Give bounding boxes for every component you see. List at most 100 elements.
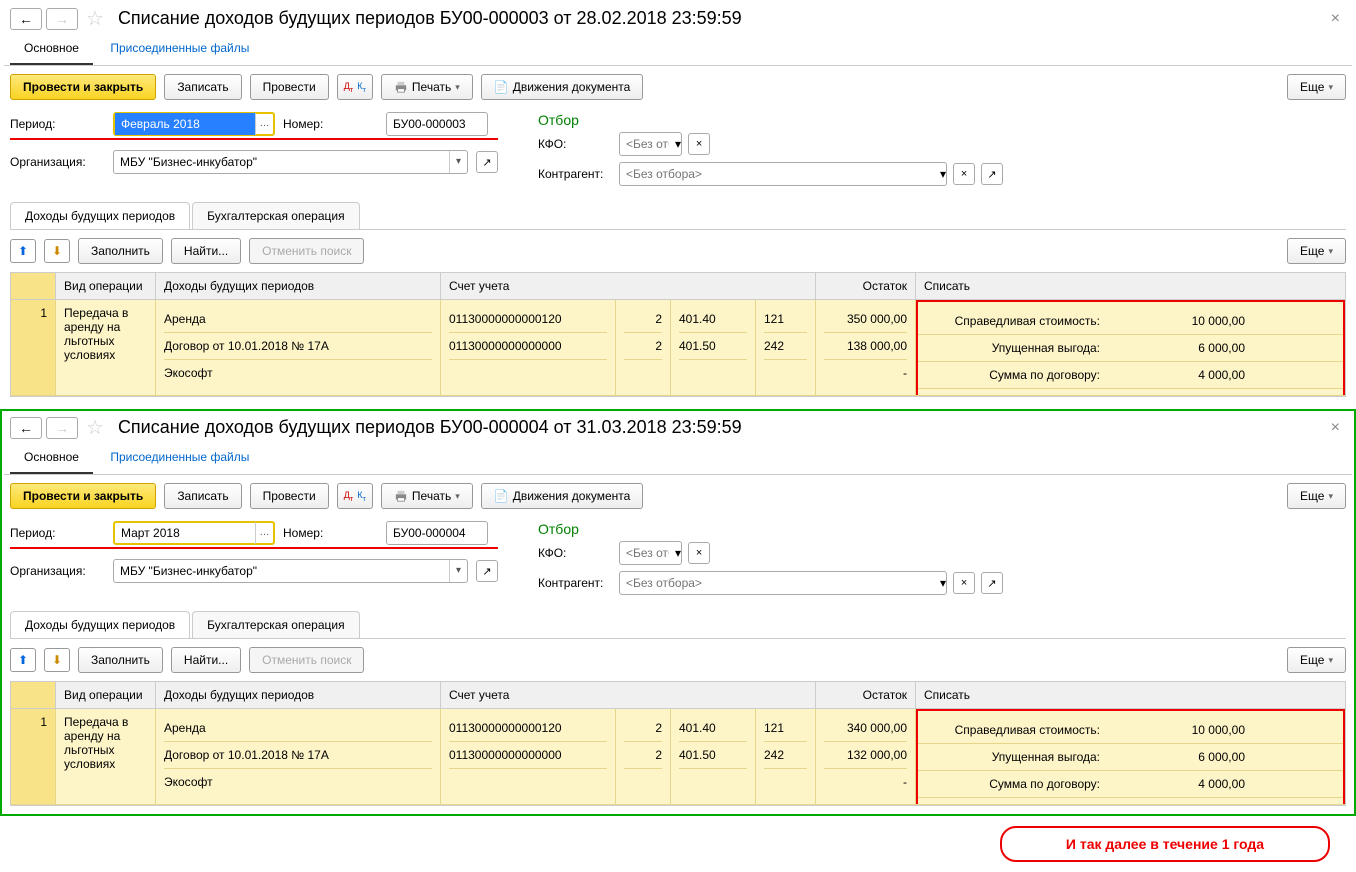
tab-accounting-op[interactable]: Бухгалтерская операция (192, 611, 359, 638)
kfo-input-wrap[interactable]: ▾ (619, 541, 682, 565)
nav-forward-button[interactable]: → (46, 417, 78, 439)
nav-tab-main[interactable]: Основное (10, 442, 93, 474)
movements-button[interactable]: 📄 Движения документа (481, 74, 644, 100)
counterparty-open-button[interactable]: ↗ (981, 163, 1003, 185)
write-label: Справедливая стоимость: (918, 717, 1108, 743)
cell-n2: 22 (616, 709, 671, 804)
cell-n2: 22 (616, 300, 671, 395)
cell-rest: 340 000,00132 000,00- (816, 709, 916, 804)
counterparty-label: Контрагент: (538, 167, 613, 181)
org-input[interactable] (114, 151, 449, 173)
period-input[interactable] (115, 113, 255, 135)
period-input-wrap[interactable]: … (113, 112, 275, 136)
write-value: 6 000,00 (1108, 335, 1253, 361)
period-picker-icon[interactable]: … (255, 113, 273, 135)
fill-button[interactable]: Заполнить (78, 647, 163, 673)
favorite-icon[interactable]: ☆ (86, 415, 104, 440)
move-down-button[interactable]: ⬇ (44, 239, 70, 263)
nav-tab-files[interactable]: Присоединенные файлы (96, 33, 263, 63)
kfo-input[interactable] (620, 542, 675, 564)
print-button[interactable]: Печать (381, 483, 473, 509)
table-row[interactable]: 1 Передача варенду нальготныхусловиях Ар… (11, 300, 1345, 396)
cell-income: АрендаДоговор от 10.01.2018 № 17АЭкософт (156, 300, 441, 395)
cell-n3: 401.40401.50 (671, 709, 756, 804)
org-open-button[interactable]: ↗ (476, 151, 498, 173)
number-input[interactable] (387, 113, 487, 135)
post-button[interactable]: Провести (250, 483, 329, 509)
row-number: 1 (11, 709, 56, 804)
move-up-button[interactable]: ⬆ (10, 239, 36, 263)
nav-forward-button[interactable]: → (46, 8, 78, 30)
th-account: Счет учета (441, 682, 816, 708)
print-icon (394, 490, 408, 502)
kfo-dropdown-icon[interactable]: ▾ (675, 546, 681, 560)
cancel-find-button: Отменить поиск (249, 647, 364, 673)
movements-button[interactable]: 📄 Движения документа (481, 483, 644, 509)
save-button[interactable]: Записать (164, 74, 241, 100)
filter-title: Отбор (538, 112, 1003, 128)
close-icon[interactable]: × (1325, 419, 1346, 437)
save-button[interactable]: Записать (164, 483, 241, 509)
post-and-close-button[interactable]: Провести и закрыть (10, 483, 156, 509)
kfo-dropdown-icon[interactable]: ▾ (675, 137, 681, 151)
move-down-button[interactable]: ⬇ (44, 648, 70, 672)
document-icon: 📄 (494, 80, 509, 94)
nav-back-button[interactable]: ← (10, 8, 42, 30)
th-income: Доходы будущих периодов (156, 273, 441, 299)
table-more-button[interactable]: Еще (1287, 238, 1346, 264)
kfo-input-wrap[interactable]: ▾ (619, 132, 682, 156)
tab-accounting-op[interactable]: Бухгалтерская операция (192, 202, 359, 229)
counterparty-open-button[interactable]: ↗ (981, 572, 1003, 594)
write-value: 4 000,00 (1108, 771, 1253, 797)
kfo-label: КФО: (538, 546, 613, 560)
move-up-button[interactable]: ⬆ (10, 648, 36, 672)
number-input[interactable] (387, 522, 487, 544)
find-button[interactable]: Найти... (171, 647, 241, 673)
org-dropdown-icon[interactable]: ▾ (449, 560, 467, 582)
write-off-box: Справедливая стоимость: 10 000,00 Упущен… (916, 709, 1345, 804)
tab-future-income[interactable]: Доходы будущих периодов (10, 611, 190, 638)
dtcr-icon-button[interactable]: ДтКт (337, 483, 373, 509)
table-more-button[interactable]: Еще (1287, 647, 1346, 673)
print-button[interactable]: Печать (381, 74, 473, 100)
nav-tab-files[interactable]: Присоединенные файлы (96, 442, 263, 472)
period-picker-icon[interactable]: … (255, 522, 273, 544)
nav-tab-main[interactable]: Основное (10, 33, 93, 65)
th-operation: Вид операции (56, 273, 156, 299)
number-input-wrap[interactable] (386, 112, 488, 136)
kfo-clear-button[interactable]: × (688, 542, 710, 564)
write-label: Упущенная выгода: (918, 744, 1108, 770)
counterparty-input[interactable] (620, 163, 940, 185)
th-income: Доходы будущих периодов (156, 682, 441, 708)
kfo-clear-button[interactable]: × (688, 133, 710, 155)
counterparty-input-wrap[interactable]: ▾ (619, 571, 947, 595)
counterparty-dropdown-icon[interactable]: ▾ (940, 576, 946, 590)
org-input-wrap[interactable]: ▾ (113, 150, 468, 174)
org-input-wrap[interactable]: ▾ (113, 559, 468, 583)
nav-back-button[interactable]: ← (10, 417, 42, 439)
counterparty-input[interactable] (620, 572, 940, 594)
tab-future-income[interactable]: Доходы будущих периодов (10, 202, 190, 229)
org-input[interactable] (114, 560, 449, 582)
close-icon[interactable]: × (1325, 10, 1346, 28)
period-input[interactable] (115, 522, 255, 544)
more-button[interactable]: Еще (1287, 483, 1346, 509)
find-button[interactable]: Найти... (171, 238, 241, 264)
org-dropdown-icon[interactable]: ▾ (449, 151, 467, 173)
fill-button[interactable]: Заполнить (78, 238, 163, 264)
kfo-input[interactable] (620, 133, 675, 155)
counterparty-clear-button[interactable]: × (953, 572, 975, 594)
post-and-close-button[interactable]: Провести и закрыть (10, 74, 156, 100)
favorite-icon[interactable]: ☆ (86, 6, 104, 31)
table-row[interactable]: 1 Передача варенду нальготныхусловиях Ар… (11, 709, 1345, 805)
counterparty-input-wrap[interactable]: ▾ (619, 162, 947, 186)
counterparty-clear-button[interactable]: × (953, 163, 975, 185)
th-account: Счет учета (441, 273, 816, 299)
more-button[interactable]: Еще (1287, 74, 1346, 100)
counterparty-dropdown-icon[interactable]: ▾ (940, 167, 946, 181)
dtcr-icon-button[interactable]: ДтКт (337, 74, 373, 100)
org-open-button[interactable]: ↗ (476, 560, 498, 582)
period-input-wrap[interactable]: … (113, 521, 275, 545)
number-input-wrap[interactable] (386, 521, 488, 545)
post-button[interactable]: Провести (250, 74, 329, 100)
